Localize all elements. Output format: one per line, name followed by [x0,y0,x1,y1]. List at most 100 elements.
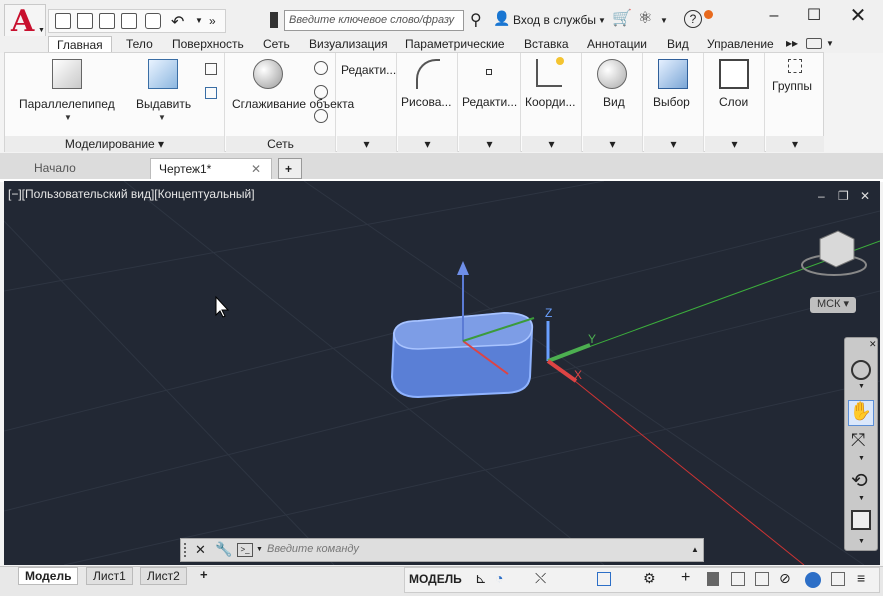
layers-icon[interactable] [719,59,749,89]
layers-button[interactable]: Слои [719,95,748,109]
isolate-icon[interactable] [707,572,719,586]
workspace-gear-icon[interactable]: ⚙ [643,570,656,587]
showmotion-icon[interactable] [851,510,871,530]
tab-visualize[interactable]: Визуализация [309,36,388,53]
draw-arc-icon[interactable] [416,59,440,89]
command-input[interactable]: Введите команду [267,543,359,555]
extrude-dropdown-icon[interactable]: ▼ [158,113,166,122]
viewport-canvas[interactable]: Z Y X [4,181,880,565]
layers-panel-footer[interactable]: ▾ [705,136,764,152]
extrude-button[interactable]: Выдавить [136,97,191,111]
tab-insert[interactable]: Вставка [524,36,569,53]
wcs-menu-button[interactable]: МСК ▾ [810,297,856,313]
more-tabs-icon[interactable]: ▸▸ [786,36,798,50]
binoculars-icon[interactable]: ⚲ [470,10,482,30]
sign-in-dropdown-icon[interactable]: ▼ [598,16,606,25]
maximize-button[interactable]: ☐ [792,2,836,30]
view-button[interactable]: Вид [603,95,625,109]
edit-panel-footer[interactable]: ▾ [337,136,396,152]
steering-wheel-icon[interactable] [851,360,871,380]
close-button[interactable]: ✕ [836,2,880,30]
print-icon[interactable] [145,13,161,29]
cart-icon[interactable]: 🛒 [612,8,632,28]
orbit-dropdown-icon[interactable]: ▼ [858,495,865,502]
tab-manage[interactable]: Управление [707,36,774,53]
navbar-close-icon[interactable]: ✕ [869,339,877,350]
zoom-dropdown-icon[interactable]: ▼ [858,455,865,462]
sign-in-label[interactable]: Вход в службы [513,13,596,27]
presspull-icon[interactable] [205,87,217,99]
command-history-icon[interactable]: ▲ [691,545,699,554]
model-space-button[interactable]: МОДЕЛЬ [409,572,462,586]
tab-view[interactable]: Вид [667,36,689,53]
help-icon[interactable]: ? [684,10,702,28]
tab-solid[interactable]: Тело [126,36,153,53]
open-icon[interactable] [77,13,93,29]
new-icon[interactable] [55,13,71,29]
select-cycling-icon[interactable] [597,572,611,586]
box-dropdown-icon[interactable]: ▼ [64,113,72,122]
customization-icon[interactable] [831,572,845,586]
viewport-controls-label[interactable]: [−][Пользовательский вид][Концептуальный… [8,187,255,201]
clean-screen-icon[interactable] [805,572,821,588]
annotation-scale-icon[interactable] [731,572,745,586]
coordinates-button[interactable]: Коорди... [525,95,575,109]
draw-panel-footer[interactable]: ▾ [398,136,457,152]
box-button[interactable]: Параллелепипед [19,97,115,111]
view-panel-footer[interactable]: ▾ [583,136,642,152]
recent-commands-icon[interactable]: ▼ [256,546,263,553]
tab-home[interactable]: Главная [48,36,112,53]
steering-wheel-dropdown-icon[interactable]: ▼ [858,383,865,390]
draw-button[interactable]: Рисова... [401,95,451,109]
smooth-object-button[interactable]: Сглаживание объекта [232,97,354,112]
edit-panel-button[interactable]: Редакти... [341,63,396,77]
new-tab-button[interactable]: + [278,158,302,179]
more-tools-icon[interactable]: » [209,14,216,28]
orbit-icon[interactable]: ⟲ [851,468,868,493]
crosshair-icon[interactable]: + [681,569,690,587]
groups-icon[interactable] [788,59,802,73]
navbar-options-icon[interactable]: ▼ [858,538,865,545]
tab-start[interactable]: Начало [26,158,84,179]
undo-icon[interactable]: ↶ [171,12,184,32]
selection-button[interactable]: Выбор [653,95,690,109]
hardware-acceleration-icon[interactable]: ⊘ [779,570,791,587]
layout-tab-sheet2[interactable]: Лист2 [140,567,187,585]
view-sphere-icon[interactable] [597,59,627,89]
drawing-viewport[interactable]: Z Y X [−][Пользовательский вид][Концепту… [4,181,880,565]
layout-tab-model[interactable]: Модель [18,567,79,585]
viewport-close-icon[interactable]: ✕ [860,189,870,203]
panel-modeling-footer[interactable]: Моделирование ▾ [5,136,224,152]
modify-button[interactable]: Редакти... [462,95,517,109]
panel-mesh-footer[interactable]: Сеть [226,136,335,152]
ribbon-minimize-icon[interactable] [806,38,822,49]
notification-icon[interactable] [704,10,713,19]
mesh-remove-icon[interactable] [314,85,328,99]
viewport-restore-icon[interactable]: ❐ [838,189,849,203]
command-line-grip-icon[interactable] [184,543,190,557]
object-snap-icon[interactable]: ⤬ [535,570,546,587]
command-close-icon[interactable]: ✕ [195,542,206,558]
modify-point-icon[interactable] [486,69,492,75]
smooth-object-icon[interactable] [253,59,283,89]
tab-annotate[interactable]: Аннотации [587,36,647,53]
ribbon-options-icon[interactable]: ▼ [826,39,834,48]
undo-dropdown-icon[interactable]: ▼ [195,16,203,25]
layout-tab-sheet1[interactable]: Лист1 [86,567,133,585]
exchange-icon[interactable]: ⚛ [638,8,652,28]
exchange-dropdown-icon[interactable]: ▼ [660,16,668,25]
annotation-visibility-icon[interactable] [755,572,769,586]
save-as-icon[interactable] [121,13,137,29]
save-icon[interactable] [99,13,115,29]
ortho-icon[interactable]: ⊾ [475,570,487,587]
status-menu-icon[interactable]: ≡ [857,570,865,586]
zoom-extents-icon[interactable]: ⤧ [851,430,865,451]
tab-parametric[interactable]: Параметрические [405,36,505,53]
close-tab-icon[interactable]: ✕ [251,159,261,179]
user-icon[interactable]: 👤 [493,10,510,27]
coordinates-panel-footer[interactable]: ▾ [522,136,581,152]
mesh-refine-icon[interactable] [314,109,328,123]
customize-icon[interactable]: 🔧 [215,541,232,558]
polar-tracking-icon[interactable]: ◔ [495,570,503,586]
modify-panel-footer[interactable]: ▾ [459,136,520,152]
